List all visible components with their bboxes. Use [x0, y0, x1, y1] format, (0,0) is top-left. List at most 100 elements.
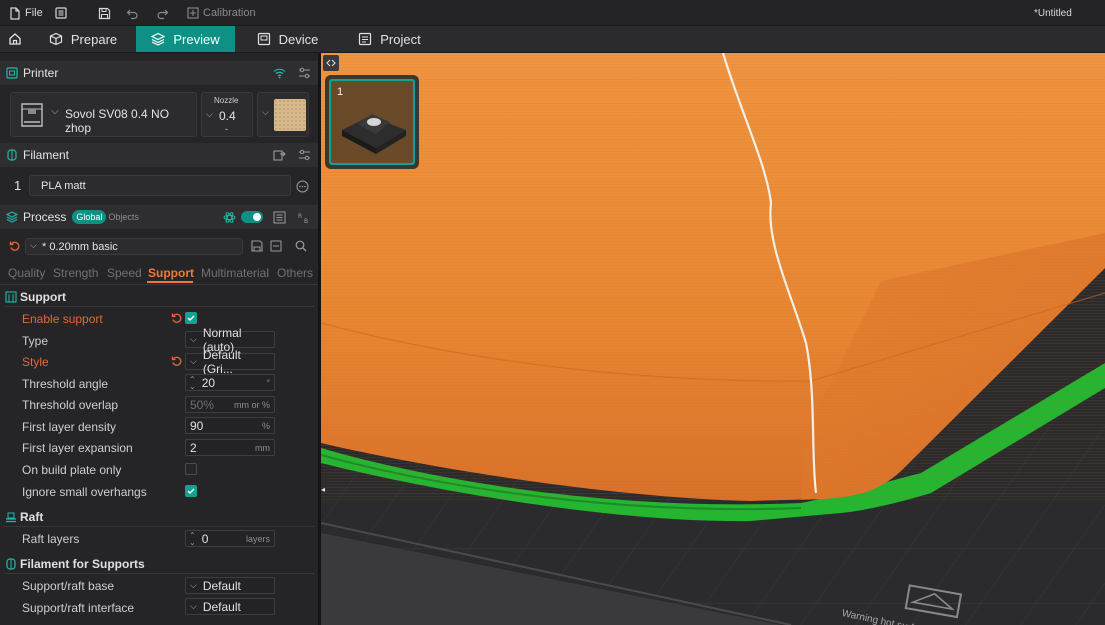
filament-settings-icon[interactable] — [298, 149, 311, 161]
tab-device[interactable]: Device — [250, 26, 325, 52]
raft-layers-label: Raft layers — [22, 532, 80, 546]
subtab-divider — [0, 284, 318, 285]
filament-index: 1 — [14, 178, 22, 193]
subtab-speed[interactable]: Speed — [107, 266, 142, 280]
tab-preview-label: Preview — [173, 31, 220, 47]
home-button[interactable] — [0, 26, 30, 52]
support-group-title: Support — [20, 289, 66, 304]
printer-selector[interactable]: ⌵ Sovol SV08 0.4 NO zhop — [10, 92, 197, 137]
first-layer-expansion-label: First layer expansion — [22, 441, 133, 455]
nozzle-selector[interactable]: Nozzle ⌵ 0.4 - — [201, 92, 253, 137]
calibration-icon — [187, 7, 199, 19]
raft-layers-value: 0 — [201, 531, 209, 546]
ab-compare-icon[interactable]: RB — [298, 211, 311, 224]
process-icon — [6, 211, 18, 223]
3d-preview-viewport[interactable]: Warning hot surface ◂ 1 — [321, 53, 1105, 625]
subtab-multimaterial[interactable]: Multimaterial — [201, 266, 269, 280]
collapse-arrows-icon — [326, 59, 336, 67]
project-icon — [359, 32, 372, 46]
raft-layers-stepper[interactable]: ⌃ ⌄ 0 layers — [185, 530, 275, 547]
process-section-title: Process — [23, 210, 67, 224]
first-layer-expansion-unit: mm — [255, 442, 270, 453]
tab-prepare-label: Prepare — [70, 31, 118, 47]
threshold-angle-stepper[interactable]: ⌃ ⌄ 20 ° — [185, 374, 275, 391]
enable-support-checkbox[interactable] — [185, 312, 197, 324]
delete-preset-icon[interactable] — [270, 240, 282, 252]
support-base-value: Default — [202, 578, 241, 593]
main-tab-bar: Prepare Preview Device Project — [0, 26, 1105, 53]
subtab-strength[interactable]: Strength — [53, 266, 98, 280]
type-select[interactable]: ⌵ Normal (auto) — [185, 326, 275, 354]
ignore-small-overhangs-checkbox[interactable] — [185, 485, 197, 497]
support-interface-select[interactable]: ⌵ Default — [185, 598, 275, 615]
first-layer-density-label: First layer density — [22, 420, 117, 434]
threshold-angle-unit: ° — [266, 377, 270, 388]
process-preset-selector[interactable]: ⌵ * 0.20mm basic — [25, 238, 243, 255]
spin-arrows-icon[interactable]: ⌃ ⌄ — [189, 531, 196, 546]
file-menu[interactable]: File — [9, 0, 43, 26]
support-base-select[interactable]: ⌵ Default — [185, 577, 275, 594]
tab-preview[interactable]: Preview — [136, 26, 235, 52]
subtab-support[interactable]: Support — [148, 266, 194, 280]
sync-filament-icon[interactable] — [273, 149, 286, 161]
printer-icon — [6, 67, 18, 79]
chevron-down-icon: ⌵ — [190, 580, 197, 590]
first-layer-expansion-field[interactable]: 2 mm — [185, 439, 275, 456]
reset-icon[interactable] — [171, 312, 183, 324]
menu-icon[interactable] — [55, 0, 67, 26]
subtab-others[interactable]: Others — [277, 266, 313, 280]
nozzle-value: 0.4 — [219, 109, 236, 123]
advanced-toggle-switch[interactable] — [241, 211, 263, 223]
printer-section-header: Printer — [0, 61, 318, 85]
chevron-down-icon: ⌵ — [190, 356, 197, 366]
threshold-overlap-value: 50% — [190, 397, 215, 412]
objects-toggle[interactable]: Objects — [108, 212, 139, 222]
enable-support-label: Enable support — [22, 312, 103, 326]
threshold-overlap-field: 50% mm or % — [185, 396, 275, 413]
raft-icon — [6, 512, 16, 523]
wifi-icon[interactable] — [273, 67, 286, 79]
spin-arrows-icon[interactable]: ⌃ ⌄ — [189, 375, 196, 390]
first-layer-density-field[interactable]: 90 % — [185, 417, 275, 434]
atom-icon[interactable] — [223, 211, 236, 224]
style-value: Default (Gri... — [202, 347, 241, 376]
search-icon[interactable] — [295, 240, 307, 252]
first-layer-density-unit: % — [261, 420, 270, 431]
tab-prepare[interactable]: Prepare — [38, 26, 128, 52]
collapse-panel-button[interactable] — [323, 55, 339, 71]
reset-icon[interactable] — [9, 240, 21, 252]
file-menu-label: File — [25, 7, 43, 19]
plate-thumbnail[interactable]: 1 — [325, 75, 419, 169]
chevron-down-icon: ⌵ — [190, 601, 197, 611]
plate-type-selector[interactable]: ⌵ — [257, 92, 309, 137]
global-toggle[interactable]: Global — [72, 210, 107, 224]
calibration-label: Calibration — [203, 7, 256, 19]
printer-name: Sovol SV08 0.4 NO zhop — [65, 107, 170, 135]
type-label: Type — [22, 334, 49, 348]
model-thumbnail-icon — [342, 114, 406, 154]
process-preset-name: * 0.20mm basic — [42, 241, 118, 253]
style-select[interactable]: ⌵ Default (Gri... — [185, 348, 275, 376]
home-icon — [9, 33, 21, 45]
calibration-menu[interactable]: Calibration — [187, 0, 256, 26]
undo-icon[interactable] — [126, 0, 139, 26]
save-preset-icon[interactable] — [251, 240, 263, 252]
tab-project[interactable]: Project — [352, 26, 427, 52]
printer-settings-icon[interactable] — [298, 67, 311, 79]
preview-scene — [321, 53, 1105, 625]
on-build-plate-only-checkbox[interactable] — [185, 463, 197, 475]
redo-icon[interactable] — [156, 0, 169, 26]
tab-project-label: Project — [380, 31, 421, 47]
more-options-icon[interactable] — [296, 180, 309, 193]
support-group-header: Support — [4, 287, 314, 307]
raft-group-header: Raft — [4, 507, 314, 527]
threshold-overlap-label: Threshold overlap — [22, 398, 119, 412]
filament-icon — [6, 558, 16, 570]
chevron-down-icon: ⌵ — [51, 106, 59, 117]
subtab-quality[interactable]: Quality — [8, 266, 45, 280]
cube-icon — [49, 32, 62, 46]
save-icon[interactable] — [98, 0, 111, 26]
reset-icon[interactable] — [171, 355, 183, 367]
filament-selector[interactable]: PLA matt — [29, 175, 291, 196]
compare-icon[interactable] — [273, 211, 286, 224]
